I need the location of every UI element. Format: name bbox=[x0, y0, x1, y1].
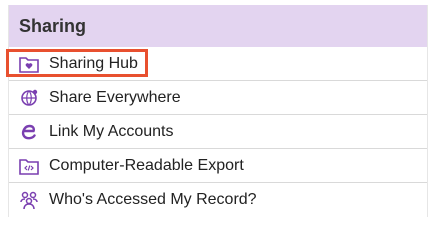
menu-item-link-my-accounts[interactable]: Link My Accounts bbox=[9, 115, 427, 149]
sharing-menu: Sharing Hub Share Everywhere Link My Acc… bbox=[6, 47, 427, 217]
section-title: Sharing bbox=[19, 15, 87, 36]
folder-heart-icon bbox=[19, 54, 39, 74]
menu-item-label: Who's Accessed My Record? bbox=[49, 191, 257, 208]
menu-item-computer-readable-export[interactable]: Computer-Readable Export bbox=[9, 149, 427, 183]
menu-item-label: Link My Accounts bbox=[49, 122, 174, 140]
folder-code-icon bbox=[19, 156, 39, 176]
globe-share-icon bbox=[19, 88, 39, 108]
menu-item-label: Share Everywhere bbox=[49, 88, 181, 106]
menu-item-share-everywhere[interactable]: Share Everywhere bbox=[9, 81, 427, 115]
section-header: Sharing bbox=[9, 5, 427, 47]
menu-item-label: Sharing Hub bbox=[49, 54, 138, 72]
menu-item-sharing-hub[interactable]: Sharing Hub bbox=[6, 47, 427, 81]
menu-item-whos-accessed-my-record[interactable]: Who's Accessed My Record? bbox=[9, 183, 427, 217]
sharing-panel: Sharing Sharing Hub Share Everywhere Lin… bbox=[6, 5, 428, 217]
menu-item-label: Computer-Readable Export bbox=[49, 156, 244, 174]
people-icon bbox=[19, 190, 39, 210]
link-e-icon bbox=[19, 122, 39, 142]
